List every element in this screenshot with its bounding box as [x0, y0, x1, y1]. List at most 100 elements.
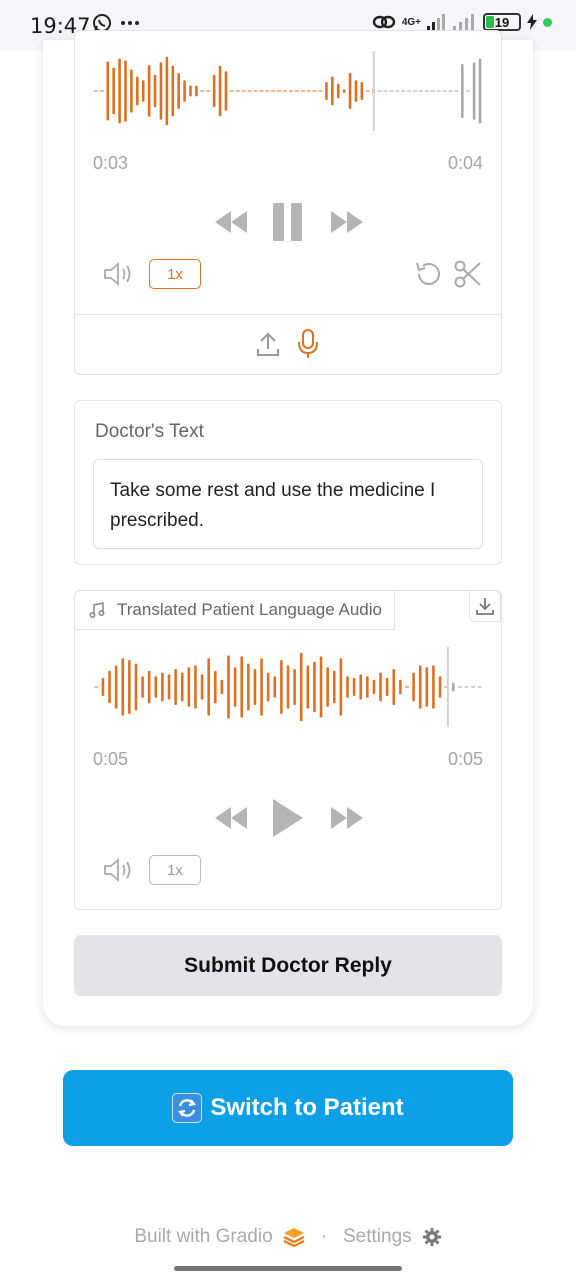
waveform-bar: [360, 82, 364, 100]
doctor-text-label: Doctor's Text: [95, 421, 204, 442]
waveform-bar: [325, 82, 328, 100]
waveform-bar: [161, 672, 164, 702]
play-icon[interactable]: [271, 797, 305, 839]
playback-speed-button[interactable]: 1x: [149, 259, 201, 289]
waveform-bar: [332, 670, 336, 704]
upload-icon[interactable]: [256, 331, 280, 357]
audio-label: Translated Patient Language Audio: [117, 600, 382, 619]
trim-scissors-icon[interactable]: [453, 259, 483, 289]
waveform-bar: [399, 679, 402, 695]
doctor-audio-recorder: 0:03 0:04 1x: [74, 30, 502, 375]
volume-icon[interactable]: [103, 857, 135, 883]
switch-to-patient-button[interactable]: Switch to Patient: [63, 1070, 513, 1146]
rewind-icon[interactable]: [213, 805, 249, 831]
waveform-bar: [195, 85, 198, 97]
microphone-icon[interactable]: [297, 329, 319, 359]
waveform-bar: [372, 679, 376, 695]
more-dots-icon: [121, 21, 139, 25]
waveform-bar: [108, 670, 111, 704]
waveform-bar: [313, 661, 316, 713]
waveform-bar: [299, 652, 303, 722]
playhead: [372, 51, 375, 131]
waveform-bar: [227, 655, 230, 719]
waveform-bar: [342, 89, 346, 93]
footer-separator: ·: [320, 1226, 327, 1247]
settings-link[interactable]: Settings: [343, 1226, 412, 1248]
waveform-bar: [478, 58, 482, 124]
waveform-bar: [273, 676, 277, 698]
fast-forward-icon[interactable]: [329, 209, 365, 235]
waveform-bar: [101, 678, 105, 696]
waveform-bar: [412, 672, 415, 702]
waveform-bar: [260, 658, 263, 716]
gradio-logo-icon: [283, 1228, 305, 1247]
waveform-bar: [121, 658, 125, 716]
network-type: 4G+: [401, 16, 421, 28]
built-with-gradio-link[interactable]: Built with Gradio: [134, 1226, 272, 1248]
waveform-bar: [174, 669, 177, 705]
waveform-bar: [141, 80, 145, 102]
doctor-waveform[interactable]: [93, 51, 483, 131]
waveform-bar: [392, 669, 396, 705]
battery-indicator: 19: [483, 13, 521, 31]
waveform-bar: [326, 667, 329, 707]
link-icon: [372, 15, 396, 29]
charging-icon: [527, 14, 537, 30]
waveform-bar: [165, 56, 169, 126]
playhead: [446, 647, 449, 727]
doctor-text-field[interactable]: Take some rest and use the medicine I pr…: [93, 459, 483, 549]
waveform-bar: [106, 61, 110, 121]
waveform-bar: [247, 663, 250, 711]
waveform-bar: [180, 672, 184, 702]
waveform-bar: [336, 83, 340, 99]
waveform-bar: [348, 73, 352, 109]
waveform-bar: [130, 69, 133, 113]
waveform-bar: [136, 76, 139, 106]
waveform-bar: [220, 679, 224, 695]
waveform-bar: [171, 65, 175, 117]
waveform-bar: [124, 60, 127, 122]
waveform-bar: [213, 670, 217, 704]
privacy-dot: [543, 17, 552, 27]
signal-icon-2: [453, 14, 474, 30]
waveform-bar: [432, 665, 435, 709]
fast-forward-icon[interactable]: [329, 805, 365, 831]
waveform-bar: [352, 678, 356, 696]
total-time: 0:05: [447, 749, 483, 769]
pause-icon[interactable]: [273, 203, 303, 241]
waveform-bar: [266, 672, 270, 702]
patient-waveform[interactable]: [93, 647, 483, 727]
waveform-bar: [379, 672, 382, 702]
waveform-bar: [218, 65, 222, 117]
waveform-bar: [438, 676, 442, 698]
playback-speed-button[interactable]: 1x: [149, 855, 201, 885]
waveform-bar: [253, 669, 257, 705]
waveform-bar: [112, 67, 115, 115]
waveform-bar: [187, 667, 191, 707]
waveform-bar: [224, 71, 228, 111]
download-button[interactable]: [469, 590, 501, 622]
waveform-bar: [159, 62, 163, 120]
patient-audio-player: Translated Patient Language Audio 0:05 0…: [74, 590, 502, 910]
audio-label-tab: Translated Patient Language Audio: [74, 590, 395, 630]
waveform-bar: [240, 656, 244, 718]
waveform-bar: [118, 58, 121, 124]
waveform-bar: [183, 80, 186, 102]
switch-arrows-icon: [172, 1093, 203, 1123]
gear-icon[interactable]: [422, 1227, 442, 1247]
waveform-bar: [293, 669, 296, 705]
submit-doctor-reply-button[interactable]: Submit Doctor Reply: [74, 935, 502, 996]
rewind-icon[interactable]: [213, 209, 249, 235]
waveform-bar: [418, 665, 422, 709]
waveform-bar: [207, 658, 210, 716]
volume-icon[interactable]: [103, 261, 135, 287]
waveform-bar: [280, 660, 283, 714]
waveform-bar: [147, 65, 151, 117]
waveform-bar: [472, 62, 476, 120]
music-note-icon: [89, 602, 105, 618]
signal-icon: [427, 14, 445, 30]
reset-icon[interactable]: [413, 259, 443, 289]
waveform-bar: [385, 678, 389, 696]
waveform-bar: [461, 64, 464, 118]
waveform-bar: [354, 80, 358, 102]
